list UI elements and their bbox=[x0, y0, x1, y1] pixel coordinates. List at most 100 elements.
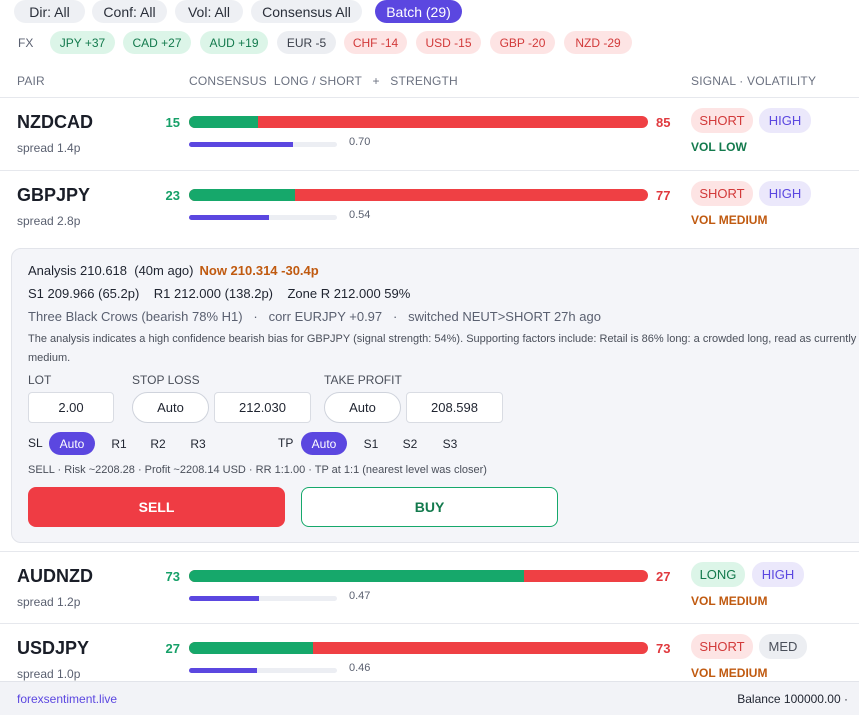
consensus-bar bbox=[189, 570, 648, 582]
confidence-filter[interactable]: Conf: All bbox=[92, 0, 167, 23]
long-fill bbox=[189, 189, 295, 201]
order-summary: SELL · Risk ~2208.28 · Profit ~2208.14 U… bbox=[28, 464, 487, 476]
currency-chip-usd[interactable]: USD -15 bbox=[416, 31, 481, 54]
strength-fill bbox=[189, 215, 269, 220]
volatility-text: VOL MEDIUM bbox=[691, 213, 768, 227]
sl-level-auto[interactable]: Auto bbox=[49, 432, 95, 455]
levels-line: S1 209.966 (65.2p) R1 212.000 (138.2p) Z… bbox=[28, 286, 411, 301]
consensus-bar bbox=[189, 189, 648, 201]
volatility-text: VOL LOW bbox=[691, 140, 747, 154]
strength-value: 0.54 bbox=[349, 209, 371, 221]
short-percent: 73 bbox=[656, 641, 671, 656]
pair-name: NZDCAD bbox=[17, 112, 93, 132]
pair-name: USDJPY bbox=[17, 638, 90, 658]
strength-bar bbox=[189, 668, 337, 673]
strength-value: 0.47 bbox=[349, 590, 371, 602]
take-profit-input[interactable]: 208.598 bbox=[406, 392, 503, 423]
consensus-bar bbox=[189, 642, 648, 654]
lot-input[interactable]: 2.00 bbox=[28, 392, 114, 423]
sl-level-r2[interactable]: R2 bbox=[145, 432, 171, 455]
trade-detail-panel: Analysis 210.618 (40m ago) Now 210.314 -3… bbox=[11, 248, 859, 543]
take-profit-label: TAKE PROFIT bbox=[324, 373, 402, 387]
analysis-price: Analysis 210.618 (40m ago) bbox=[28, 263, 194, 278]
signal-badge: SHORT bbox=[691, 108, 753, 133]
tp-level-s1[interactable]: S1 bbox=[358, 432, 384, 455]
currency-chip-aud[interactable]: AUD +19 bbox=[200, 31, 268, 54]
long-percent: 15 bbox=[165, 115, 180, 130]
currency-chip-gbp[interactable]: GBP -20 bbox=[490, 31, 555, 54]
volatility-badge: HIGH bbox=[759, 181, 811, 206]
currency-chip-chf[interactable]: CHF -14 bbox=[344, 31, 407, 54]
spread-text: spread 2.8p bbox=[17, 214, 81, 228]
signal-badge: SHORT bbox=[691, 181, 753, 206]
volatility-badge: HIGH bbox=[752, 562, 804, 587]
strength-value: 0.70 bbox=[349, 136, 371, 148]
strength-bar bbox=[189, 215, 337, 220]
footer-bar: forexsentiment.live Balance 100000.00 · bbox=[0, 681, 859, 715]
volatility-badge: HIGH bbox=[759, 108, 811, 133]
long-fill bbox=[189, 570, 525, 582]
spread-text: spread 1.2p bbox=[17, 595, 81, 609]
pattern-line: Three Black Crows (bearish 78% H1) · cor… bbox=[28, 309, 601, 324]
stop-loss-mode-button[interactable]: Auto bbox=[132, 392, 209, 423]
sell-button[interactable]: SELL bbox=[28, 487, 285, 527]
column-pair: PAIR bbox=[17, 74, 45, 88]
strength-bar bbox=[189, 596, 337, 601]
pair-row-gbpjpy[interactable]: GBPJPY spread 2.8p 23 77 0.54 SHORT HIGH… bbox=[0, 171, 859, 244]
fx-label: FX bbox=[18, 36, 34, 50]
column-consensus: CONSENSUS LONG / SHORT + STRENGTH bbox=[189, 74, 458, 88]
pair-row-audnzd[interactable]: AUDNZD spread 1.2p 73 27 0.47 LONG HIGH … bbox=[0, 551, 859, 624]
column-signal: SIGNAL · VOLATILITY bbox=[691, 74, 817, 88]
signal-badge: LONG bbox=[691, 562, 745, 587]
signal-badge: SHORT bbox=[691, 634, 753, 659]
batch-filter[interactable]: Batch (29) bbox=[375, 0, 462, 23]
pair-name: AUDNZD bbox=[17, 566, 93, 586]
tp-level-s2[interactable]: S2 bbox=[397, 432, 423, 455]
spread-text: spread 1.4p bbox=[17, 141, 81, 155]
pair-row-nzdcad[interactable]: NZDCAD spread 1.4p 15 85 0.70 SHORT HIGH… bbox=[0, 98, 859, 171]
pair-name: GBPJPY bbox=[17, 185, 91, 205]
sl-level-r3[interactable]: R3 bbox=[185, 432, 211, 455]
strength-value: 0.46 bbox=[349, 662, 371, 674]
take-profit-mode-button[interactable]: Auto bbox=[324, 392, 401, 423]
volatility-badge: MED bbox=[759, 634, 807, 659]
stop-loss-label: STOP LOSS bbox=[132, 373, 200, 387]
lot-label: LOT bbox=[28, 373, 52, 387]
filter-bar: Dir: All Conf: All Vol: All Consensus Al… bbox=[0, 0, 859, 24]
short-percent: 77 bbox=[656, 188, 671, 203]
consensus-filter[interactable]: Consensus All bbox=[251, 0, 362, 23]
long-percent: 27 bbox=[165, 641, 180, 656]
strength-bar bbox=[189, 142, 337, 147]
current-price: Now 210.314 -30.4p bbox=[199, 263, 319, 278]
long-percent: 73 bbox=[165, 569, 180, 584]
volatility-text: VOL MEDIUM bbox=[691, 666, 768, 680]
short-percent: 27 bbox=[656, 569, 671, 584]
long-fill bbox=[189, 642, 313, 654]
currency-chip-jpy[interactable]: JPY +37 bbox=[50, 31, 115, 54]
buy-button[interactable]: BUY bbox=[301, 487, 558, 527]
spread-text: spread 1.0p bbox=[17, 667, 81, 681]
currency-chip-eur[interactable]: EUR -5 bbox=[277, 31, 336, 54]
tp-level-s3[interactable]: S3 bbox=[437, 432, 463, 455]
analysis-description: The analysis indicates a high confidence… bbox=[28, 333, 857, 364]
volatility-filter[interactable]: Vol: All bbox=[175, 0, 243, 23]
brand-link[interactable]: forexsentiment.live bbox=[17, 692, 117, 706]
consensus-bar bbox=[189, 116, 648, 128]
strength-fill bbox=[189, 142, 293, 147]
long-fill bbox=[189, 116, 258, 128]
account-balance: Balance 100000.00 · bbox=[737, 692, 848, 706]
sl-level-r1[interactable]: R1 bbox=[106, 432, 132, 455]
strength-fill bbox=[189, 668, 258, 673]
long-percent: 23 bbox=[165, 188, 180, 203]
table-header: PAIR CONSENSUS LONG / SHORT + STRENGTH S… bbox=[0, 74, 859, 98]
volatility-text: VOL MEDIUM bbox=[691, 594, 768, 608]
currency-chip-nzd[interactable]: NZD -29 bbox=[564, 31, 632, 54]
currency-strength-row: FX JPY +37 CAD +27 AUD +19 EUR -5 CHF -1… bbox=[0, 31, 859, 55]
analysis-line: Analysis 210.618 (40m ago) Now 210.314 -3… bbox=[28, 263, 319, 278]
currency-chip-cad[interactable]: CAD +27 bbox=[123, 31, 191, 54]
short-percent: 85 bbox=[656, 115, 671, 130]
tp-level-auto[interactable]: Auto bbox=[301, 432, 347, 455]
strength-fill bbox=[189, 596, 259, 601]
stop-loss-input[interactable]: 212.030 bbox=[214, 392, 311, 423]
direction-filter[interactable]: Dir: All bbox=[14, 0, 85, 23]
